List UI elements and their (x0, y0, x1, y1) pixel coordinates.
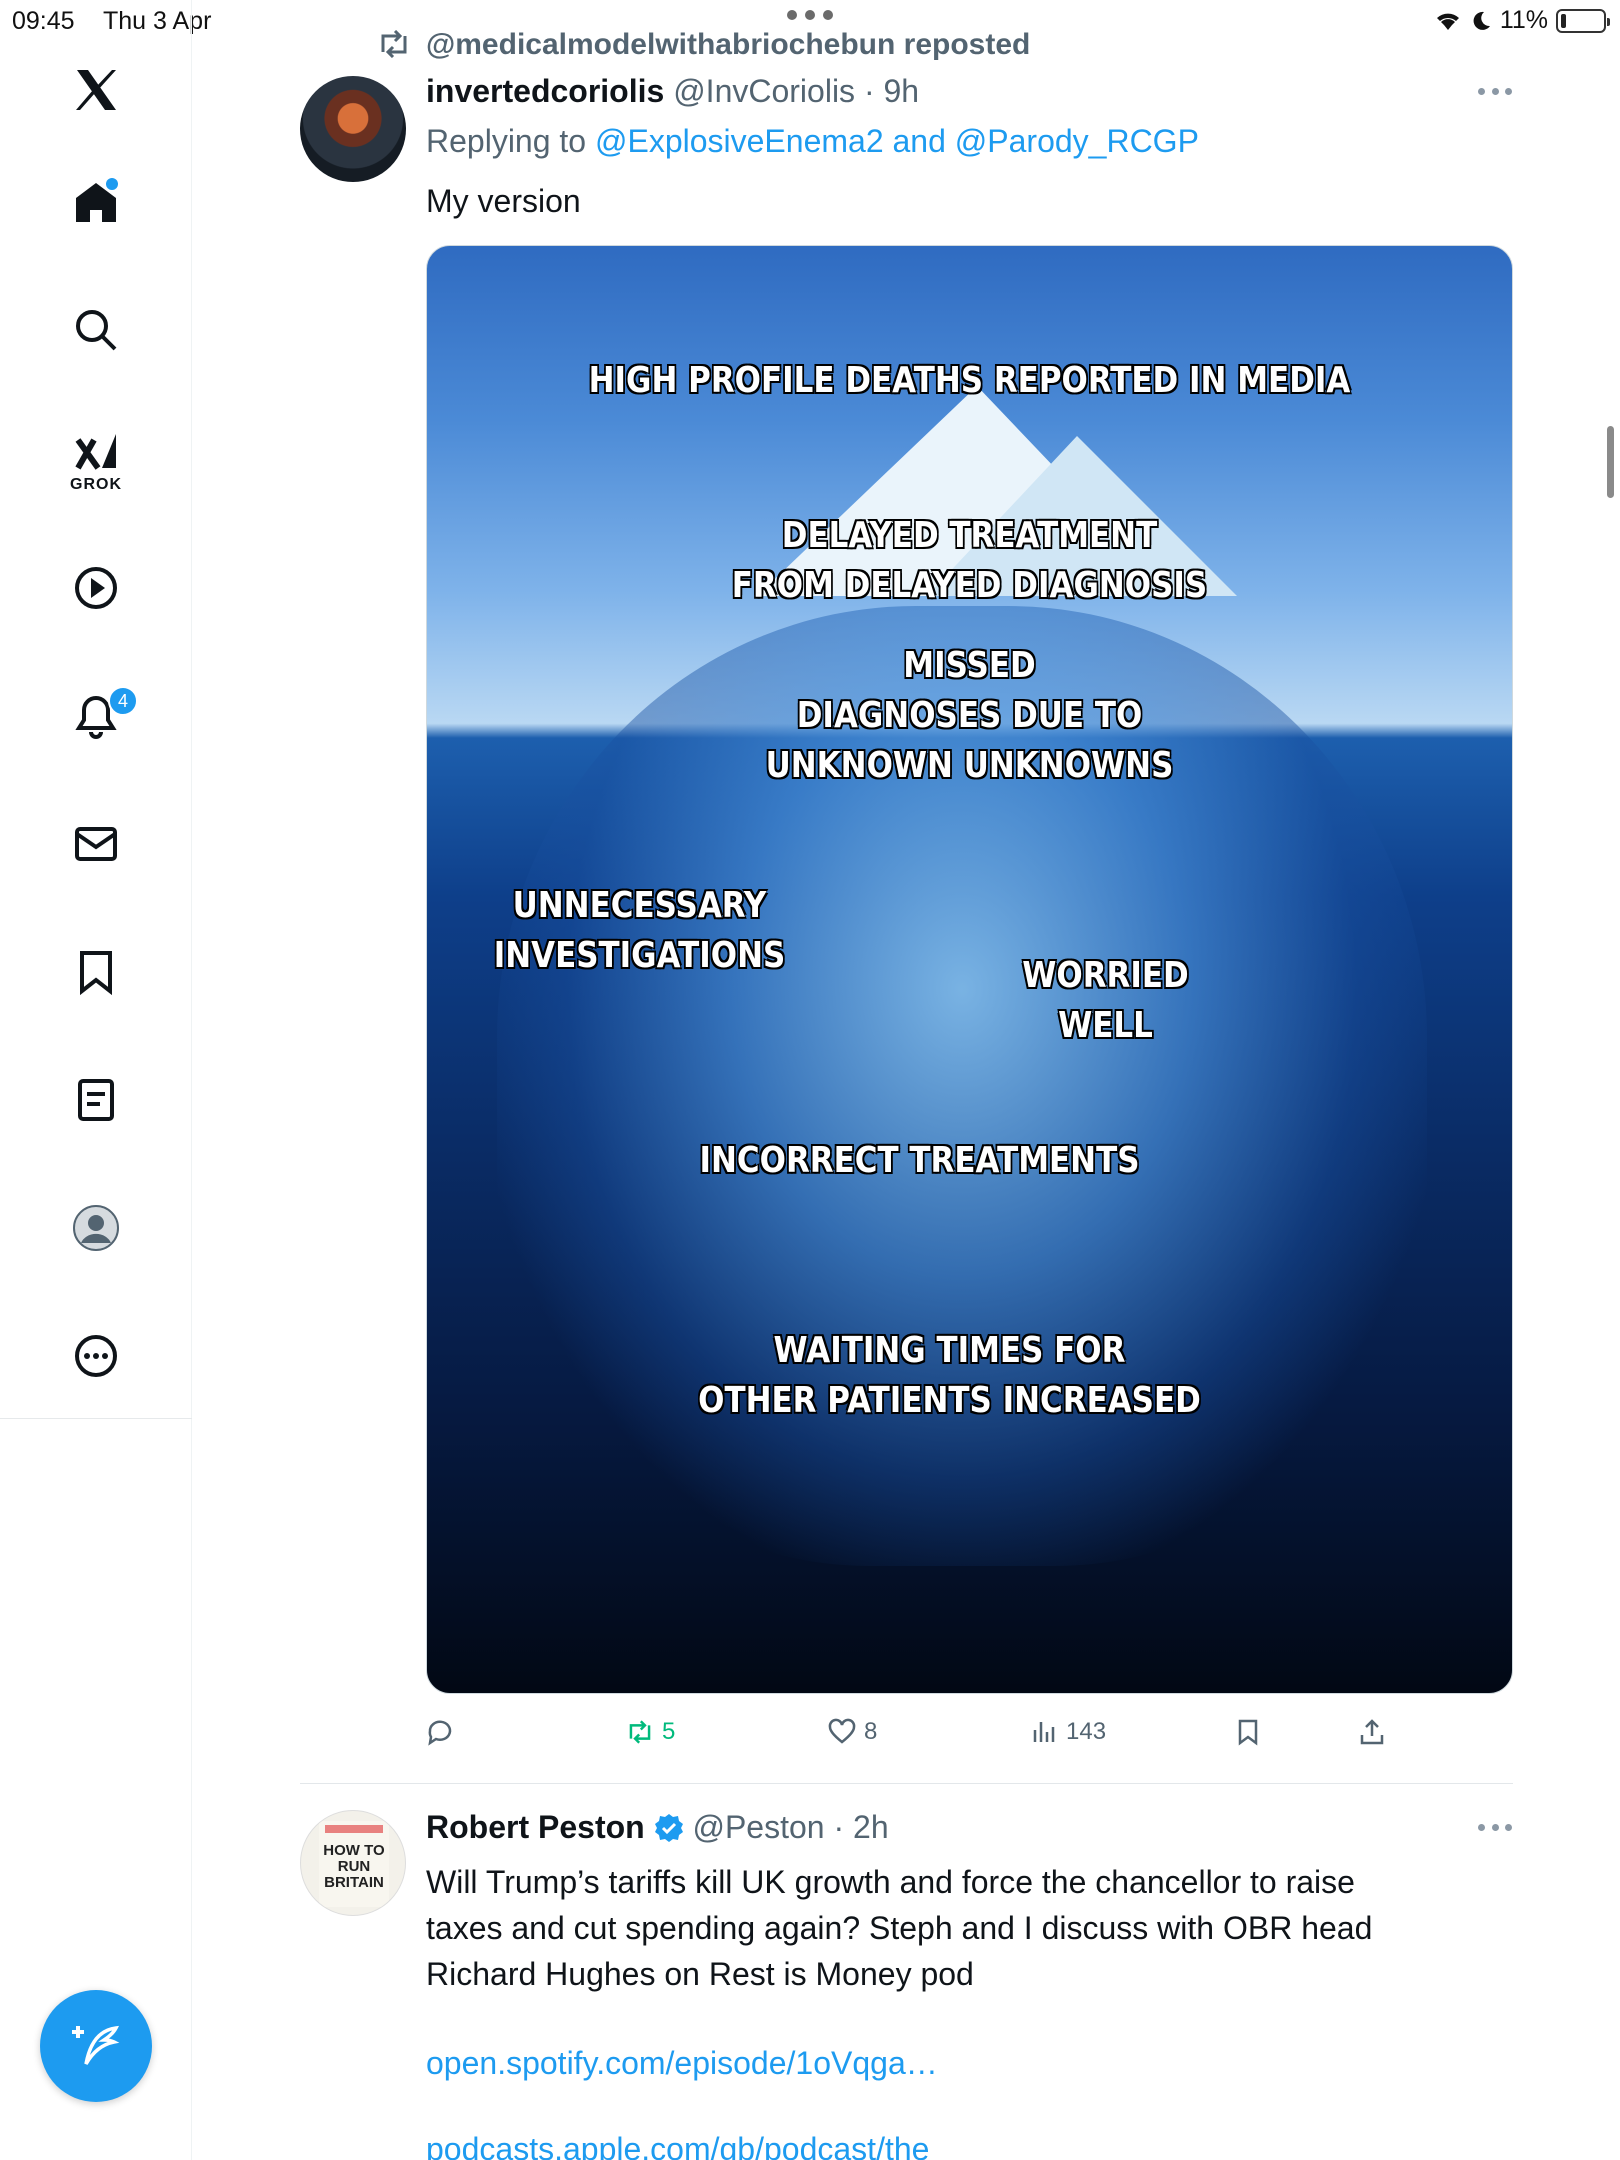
book-line: BRITAIN (324, 1874, 384, 1891)
x-logo-icon (76, 70, 116, 110)
iceberg-label: WORRIED (1022, 955, 1189, 996)
home-notification-dot (106, 178, 118, 190)
profile-icon (73, 1205, 119, 1251)
sidebar-item-bookmarks[interactable] (66, 942, 126, 1002)
repost-button[interactable]: 5 (626, 1712, 675, 1752)
iceberg-label: DIAGNOSES DUE TO (796, 695, 1143, 736)
sidebar-item-more[interactable] (66, 1326, 126, 1386)
repost-label[interactable]: @medicalmodelwithabriochebun reposted (426, 26, 1030, 64)
compose-icon (72, 2025, 120, 2065)
tweet-image[interactable]: HIGH PROFILE DEATHS REPORTED IN MEDIA DE… (426, 245, 1513, 1694)
avatar[interactable]: HOW TO RUN BRITAIN (300, 1810, 406, 1916)
grok-icon (75, 434, 116, 470)
book-cover: HOW TO RUN BRITAIN (319, 1821, 389, 1907)
bookmark-button[interactable] (1234, 1712, 1262, 1752)
verified-badge-icon (654, 1814, 683, 1842)
multitasking-dots[interactable] (787, 10, 833, 22)
tweet-more-button[interactable] (1478, 1824, 1512, 1834)
replying-prefix: Replying to (426, 123, 587, 159)
share-button[interactable] (1358, 1712, 1386, 1752)
iceberg-label: DELAYED TREATMENT (781, 515, 1158, 556)
like-button[interactable]: 8 (828, 1712, 877, 1752)
iceberg-label: FROM DELAYED DIAGNOSIS (731, 565, 1208, 606)
sidebar-item-videos[interactable] (66, 558, 126, 618)
views-count: 143 (1066, 1718, 1107, 1745)
separator-dot: · (855, 73, 884, 109)
book-line: HOW TO (323, 1842, 385, 1859)
iceberg-label: MISSED (903, 645, 1036, 686)
sidebar-item-notifications[interactable]: 4 (66, 686, 138, 746)
sidebar-divider (0, 1418, 192, 1419)
battery-icon (1556, 8, 1610, 33)
book-line: RUN (337, 1858, 371, 1875)
tweet-text: My version (426, 183, 581, 219)
list-icon (78, 1079, 114, 1121)
iceberg-label: INCORRECT TREATMENTS (699, 1140, 1140, 1181)
sidebar: GROK 4 (0, 0, 192, 2160)
timestamp[interactable]: 2h (853, 1809, 889, 1845)
iceberg-label: OTHER PATIENTS INCREASED (698, 1380, 1201, 1421)
avatar[interactable] (300, 76, 406, 182)
tweet-text-line: taxes and cut spending again? Steph and … (426, 1910, 1373, 1946)
timestamp[interactable]: 9h (883, 73, 919, 109)
heart-icon (828, 1718, 856, 1744)
display-name[interactable]: invertedcoriolis (426, 73, 664, 109)
sidebar-item-lists[interactable] (66, 1070, 126, 1130)
iceberg-label: WAITING TIMES FOR (773, 1330, 1126, 1371)
repost-count: 5 (662, 1718, 676, 1745)
iceberg-label: UNNECESSARY (512, 885, 767, 926)
notifications-badge: 4 (108, 686, 138, 716)
sidebar-item-messages[interactable] (66, 814, 126, 874)
wifi-icon (1436, 13, 1459, 30)
iceberg-label: UNKNOWN UNKNOWNS (765, 745, 1174, 786)
iceberg-label: HIGH PROFILE DEATHS REPORTED IN MEDIA (588, 360, 1351, 401)
iceberg-label: WELL (1058, 1005, 1153, 1046)
compose-button[interactable] (40, 1990, 152, 2102)
status-right: 11% (1434, 6, 1610, 35)
separator-dot: · (824, 1809, 854, 1845)
replying-to-handles[interactable]: @ExplosiveEnema2 and @Parody_RCGP (595, 123, 1199, 159)
views-icon (1033, 1722, 1055, 1742)
repost-icon (381, 30, 407, 58)
battery-percent: 11% (1499, 6, 1548, 34)
tweet-text-line: Richard Hughes on Rest is Money pod (426, 1956, 974, 1992)
tweet-link[interactable]: podcasts.apple.com/gb/podcast/the (426, 2130, 929, 2160)
bookmark-icon (80, 951, 112, 996)
scrollbar[interactable] (1607, 426, 1614, 498)
tweet-divider (300, 1783, 1513, 1784)
play-icon (75, 567, 117, 609)
handle[interactable]: @InvCoriolis (673, 73, 855, 109)
tweet-more-button[interactable] (1478, 88, 1512, 98)
moon-icon (1473, 11, 1490, 30)
like-count: 8 (864, 1718, 878, 1745)
sidebar-item-home[interactable] (66, 172, 126, 232)
replying-to: Replying to @ExplosiveEnema2 and @Parody… (426, 122, 1199, 160)
tweet-header: invertedcoriolis @InvCoriolis · 9h (426, 72, 919, 110)
reply-button[interactable] (426, 1712, 462, 1752)
display-name[interactable]: Robert Peston (426, 1809, 645, 1845)
tweet-text-line: Will Trump’s tariffs kill UK growth and … (426, 1864, 1355, 1900)
sidebar-item-grok[interactable] (66, 424, 126, 484)
reply-icon (428, 1720, 452, 1746)
tweet-header: Robert Peston @Peston · 2h (426, 1808, 889, 1846)
handle[interactable]: @Peston (692, 1809, 824, 1845)
sidebar-item-profile[interactable] (66, 1198, 126, 1258)
x-logo[interactable] (66, 60, 126, 120)
repost-icon (629, 1720, 651, 1744)
views-button[interactable]: 143 (1030, 1712, 1106, 1752)
mail-icon (75, 827, 117, 861)
grok-label: GROK (70, 476, 122, 493)
share-icon (1360, 1719, 1384, 1745)
tweet-link[interactable]: open.spotify.com/episode/1oVqga… (426, 2044, 938, 2082)
search-icon (76, 310, 117, 351)
more-icon (75, 1335, 117, 1377)
bookmark-icon (1238, 1719, 1258, 1746)
tweet-text: Will Trump’s tariffs kill UK growth and … (426, 1859, 1372, 1997)
sidebar-item-explore[interactable] (66, 300, 126, 360)
